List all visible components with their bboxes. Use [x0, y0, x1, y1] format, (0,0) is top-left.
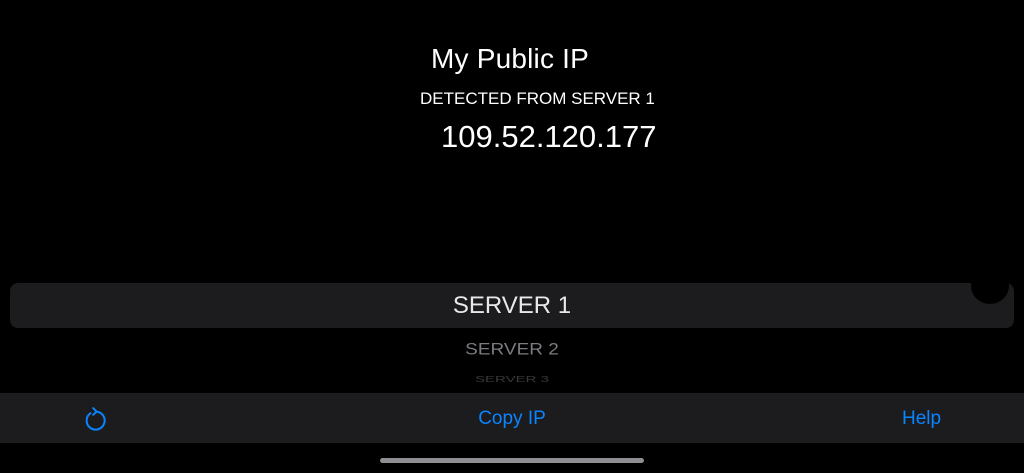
- app-screen: My Public IP DETECTED FROM SERVER 1 109.…: [0, 0, 1024, 473]
- corner-notch: [971, 268, 1009, 304]
- copy-ip-button[interactable]: Copy IP: [478, 408, 546, 429]
- page-title: My Public IP: [431, 43, 589, 74]
- picker-option-server-2[interactable]: SERVER 2: [0, 340, 1024, 359]
- refresh-icon: [85, 407, 106, 431]
- server-picker[interactable]: SERVER 1 SERVER 2 SERVER 3: [0, 270, 1024, 393]
- picker-option-server-1[interactable]: SERVER 1: [0, 292, 1024, 320]
- refresh-button[interactable]: [80, 404, 110, 434]
- copy-ip-button-container: Copy IP: [0, 408, 1024, 430]
- ip-address: 109.52.120.177: [441, 119, 657, 154]
- home-indicator[interactable]: [380, 458, 644, 463]
- bottom-toolbar: Copy IP Help: [0, 393, 1024, 443]
- help-button[interactable]: Help: [902, 408, 941, 430]
- picker-option-server-3[interactable]: SERVER 3: [0, 375, 1024, 384]
- detected-source-label: DETECTED FROM SERVER 1: [420, 89, 655, 108]
